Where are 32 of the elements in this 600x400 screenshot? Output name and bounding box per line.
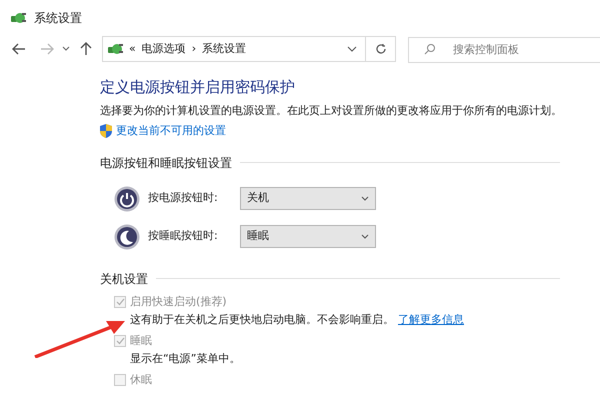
option-note: 显示在“电源”菜单中。 <box>130 352 240 365</box>
window-title: 系统设置 <box>34 10 82 27</box>
checkbox-label: 休眠 <box>130 372 152 388</box>
search-icon <box>424 43 436 55</box>
search-field[interactable]: 搜索控制面板 <box>408 36 600 62</box>
page-heading: 定义电源按钮并启用密码保护 <box>100 77 296 98</box>
action-dropdown[interactable]: 睡眠 <box>240 225 376 248</box>
moon-button-icon <box>114 224 140 250</box>
setting-label: 按电源按钮时: <box>148 190 219 206</box>
refresh-icon <box>374 43 386 55</box>
refresh-button[interactable] <box>366 36 396 62</box>
power-button-icon <box>114 186 140 212</box>
breadcrumb[interactable]: 电源选项 <box>142 40 186 58</box>
section-title: 关机设置 <box>100 270 148 288</box>
chevron-down-icon <box>361 234 369 239</box>
power-plug-icon <box>107 42 123 56</box>
breadcrumb[interactable]: 系统设置 <box>202 40 246 58</box>
chevron-down-icon[interactable] <box>347 46 357 52</box>
section-title: 电源按钮和睡眠按钮设置 <box>100 154 232 172</box>
description: 选择要为你的计算机设置的电源设置。在此页上对设置所做的更改将应用于你所有的电源计划。 <box>100 102 563 118</box>
change-settings-link[interactable]: 更改当前不可用的设置 <box>116 123 226 140</box>
option-note: 这有助于在关机之后更快地启动电脑。不会影响重启。 <box>130 313 394 326</box>
checkbox-label: 启用快速启动(推荐) <box>130 294 227 310</box>
address-bar[interactable]: « 电源选项 › 系统设置 <box>102 36 366 62</box>
chevron-down-icon <box>361 196 369 201</box>
power-plug-icon <box>10 11 26 25</box>
breadcrumb-separator: › <box>192 40 196 57</box>
breadcrumb-separator: « <box>129 40 136 57</box>
checkbox-label: 睡眠 <box>130 332 152 348</box>
action-dropdown[interactable]: 关机 <box>240 187 376 210</box>
shield-icon <box>100 124 112 138</box>
setting-label: 按睡眠按钮时: <box>148 228 219 244</box>
